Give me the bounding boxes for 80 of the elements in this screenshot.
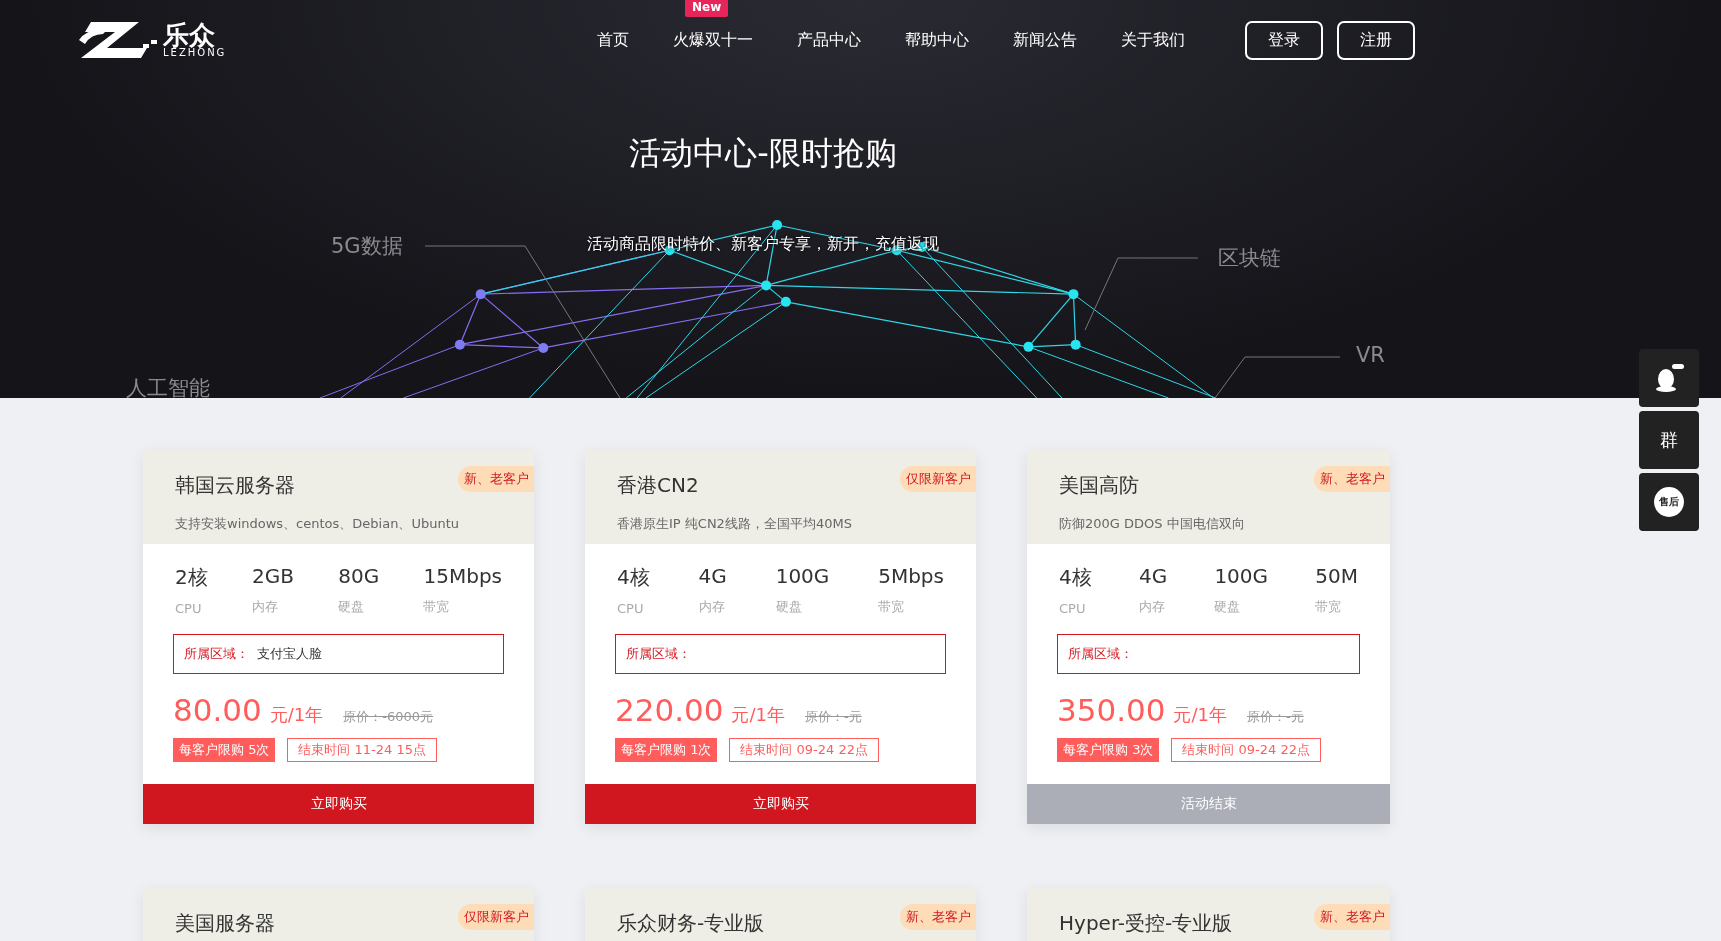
spec-value: 4核 [1059,564,1092,591]
purchase-limit-tag: 每客户限购 1次 [615,738,718,762]
spec-value: 4G [698,564,727,588]
region-label: 所属区域： [1068,645,1133,663]
customer-badge: 仅限新客户 [900,466,976,492]
spec-value: 5Mbps [878,564,944,588]
customer-badge: 新、老客户 [458,466,534,492]
product-title: 美国服务器 [175,910,275,937]
product-title: 香港CN2 [617,472,699,499]
customer-badge: 新、老客户 [1314,466,1390,492]
spec-value: 15Mbps [423,564,502,588]
hero-tag-label: 人工智能 [126,375,210,398]
customer-badge: 新、老客户 [1314,904,1390,930]
hero-title: 活动中心-限时抢购 [629,133,897,174]
price: 350.00 [1057,692,1166,728]
product-title: 美国高防 [1059,472,1139,499]
after-sales-icon: 售后 [1654,487,1684,517]
customer-badge: 仅限新客户 [458,904,534,930]
purchase-limit-tag: 每客户限购 3次 [1057,738,1160,762]
region-value: 支付宝人脸 [257,645,322,663]
spec-value: 80G [338,564,380,588]
spec-label: 带宽 [878,598,906,616]
spec-value: 4G [1138,564,1168,588]
spec-value: 100G [1214,564,1269,588]
spec-label: 内存 [698,598,726,616]
nav-link[interactable]: 帮助中心 [905,29,969,51]
price: 80.00 [173,692,262,728]
spec-value: 50M [1315,564,1358,588]
spec-value: 100G [775,564,830,588]
hero-tag-label: VR [1356,343,1385,367]
nav-link[interactable]: 首页 [597,29,629,51]
product-description: 防御200G DDOS 中国电信双向 [1059,515,1246,533]
nav-link[interactable]: 关于我们 [1121,29,1185,51]
hero-tag-label: 5G数据 [331,233,403,260]
price-unit: 元/1年 [731,703,785,727]
spec-label: 硬盘 [1214,598,1242,616]
chat-button[interactable] [1639,349,1699,407]
price-unit: 元/1年 [1173,703,1227,727]
group-button[interactable]: 群 [1639,411,1699,469]
logo-subtitle: LEZHONG [163,48,227,58]
product-title: 乐众财务-专业版 [617,910,765,937]
product-description: 香港原生IP 纯CN2线路，全国平均40MS [617,515,853,533]
hero-tag-label: 区块链 [1218,245,1281,272]
spec-label: 内存 [252,598,279,616]
original-price: 原价：-元 [805,708,862,726]
spec-label: 硬盘 [775,598,803,616]
buy-button[interactable]: 立即购买 [585,784,976,824]
end-time-tag: 结束时间 09-24 22点 [1171,738,1321,762]
price-unit: 元/1年 [269,703,324,727]
spec-label: 带宽 [1315,598,1343,616]
region-label: 所属区域： [626,645,691,663]
after-sales-button[interactable]: 售后 [1639,473,1699,531]
auth-button[interactable]: 注册 [1337,20,1415,60]
buy-button[interactable]: 立即购买 [143,784,534,824]
auth-button[interactable]: 登录 [1245,20,1323,60]
end-time-tag: 结束时间 09-24 22点 [729,738,879,762]
customer-badge: 新、老客户 [900,904,976,930]
spec-label: CPU [175,601,203,616]
spec-label: CPU [1059,601,1087,616]
spec-label: 带宽 [423,598,451,616]
product-title: 韩国云服务器 [175,472,295,499]
region-label: 所属区域： [184,645,249,663]
original-price: 原价：-元 [1247,708,1304,726]
spec-label: 内存 [1138,598,1166,616]
purchase-limit-tag: 每客户限购 5次 [173,738,276,762]
penguin-icon [1654,364,1684,392]
spec-label: 硬盘 [338,598,366,616]
spec-value: 4核 [617,564,650,591]
product-description: 支持安装windows、centos、Debian、Ubuntu [175,515,460,533]
spec-label: CPU [617,601,645,616]
spec-value: 2GB [252,564,294,588]
price: 220.00 [615,692,724,728]
new-badge: New [685,0,729,17]
nav-link[interactable]: 产品中心 [797,29,861,51]
product-title: Hyper-受控-专业版 [1059,910,1233,937]
nav-link[interactable]: 新闻公告 [1013,29,1077,51]
end-time-tag: 结束时间 11-24 15点 [287,738,437,762]
spec-value: 2核 [175,564,208,591]
logo-name: 乐众 [163,22,215,48]
original-price: 原价：-6000元 [343,708,434,726]
